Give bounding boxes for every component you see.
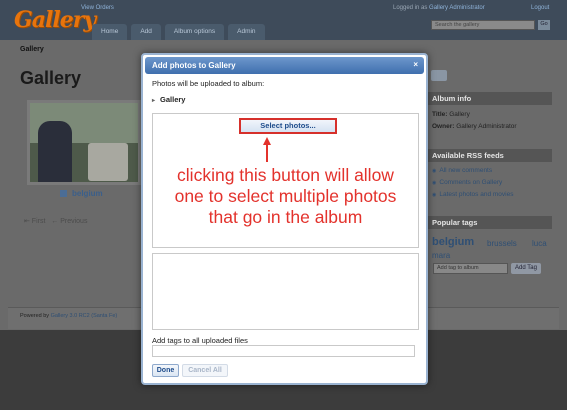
logged-in-prefix: Logged in as — [393, 5, 428, 11]
tag-mara[interactable]: mara — [432, 251, 450, 260]
uploaded-file-list[interactable] — [152, 253, 419, 330]
search-go-button[interactable]: Go — [538, 20, 550, 30]
site-header: Gallery View Orders Home Add Album optio… — [0, 0, 567, 40]
destination-album: Gallery — [152, 95, 185, 104]
annotation-line-1: clicking this button will allow — [177, 165, 394, 185]
add-tag-input[interactable]: Add tag to album — [433, 263, 508, 274]
pager-previous: ← Previous — [51, 218, 88, 225]
nav-tab-add[interactable]: Add — [131, 24, 161, 40]
nav-tab-album-options[interactable]: Album options — [164, 24, 225, 40]
dialog-title-bar[interactable]: Add photos to Gallery × — [145, 57, 424, 74]
footer-prefix: Powered by — [20, 313, 50, 319]
annotation-line-3: that go in the album — [208, 207, 363, 227]
cancel-all-button[interactable]: Cancel All — [182, 364, 228, 377]
annotation-line-2: one to select multiple photos — [174, 186, 397, 206]
rss-link-all-comments[interactable]: All new comments — [432, 167, 492, 174]
page-title: Gallery — [20, 68, 82, 88]
album-info-title: Title: Gallery — [432, 111, 470, 118]
sidebar-view-button[interactable] — [431, 70, 447, 81]
rss-heading: Available RSS feeds — [428, 149, 552, 162]
tags-input[interactable] — [152, 345, 415, 357]
rss-link-gallery-comments[interactable]: Comments on Gallery — [432, 179, 502, 186]
main-nav: Home Add Album options Admin — [92, 24, 265, 40]
footer-credit: Powered by Gallery 3.0 RC2 (Santa Fe) — [20, 313, 117, 319]
add-tag-button[interactable]: Add Tag — [511, 263, 541, 274]
view-orders-link[interactable]: View Orders — [81, 5, 114, 11]
annotation-text: clicking this button will allow one to s… — [153, 165, 418, 228]
breadcrumb: Gallery — [20, 46, 44, 53]
nav-tab-home[interactable]: Home — [92, 24, 128, 40]
footer-product-link[interactable]: Gallery 3.0 RC2 (Santa Fe) — [51, 313, 118, 319]
logged-in-user-link[interactable]: Gallery Administrator — [429, 5, 485, 11]
done-button[interactable]: Done — [152, 364, 179, 377]
add-photos-dialog: Add photos to Gallery × Photos will be u… — [141, 53, 428, 385]
tags-label: Add tags to all uploaded files — [152, 336, 248, 345]
nav-tab-admin[interactable]: Admin — [228, 24, 265, 40]
pager: ⇤ First ← Previous — [24, 217, 87, 225]
search-input[interactable]: Search the gallery — [431, 20, 535, 30]
tag-luca[interactable]: luca — [532, 239, 547, 248]
album-info-owner-label: Owner: — [432, 123, 455, 130]
pager-first: ⇤ First — [24, 218, 46, 225]
select-photos-area: Select photos... clicking this button wi… — [152, 113, 419, 248]
logged-in-status: Logged in as Gallery Administrator — [393, 5, 485, 11]
close-icon[interactable]: × — [413, 60, 418, 69]
logout-link[interactable]: Logout — [531, 5, 549, 11]
tag-brussels[interactable]: brussels — [487, 239, 517, 248]
dialog-title: Add photos to Gallery — [152, 61, 236, 70]
album-info-title-label: Title: — [432, 111, 448, 118]
upload-destination-label: Photos will be uploaded to album: — [152, 79, 265, 88]
rss-link-latest-photos[interactable]: Latest photos and movies — [432, 191, 513, 198]
album-info-owner: Owner: Gallery Administrator — [432, 123, 517, 130]
select-photos-button[interactable]: Select photos... — [239, 118, 337, 134]
album-label-link[interactable]: belgium — [60, 189, 103, 198]
album-info-title-value: Gallery — [449, 111, 470, 118]
popular-tags-heading: Popular tags — [428, 216, 552, 229]
album-thumbnail[interactable] — [27, 100, 141, 185]
tag-belgium[interactable]: belgium — [432, 236, 474, 248]
album-info-heading: Album info — [428, 92, 552, 105]
album-info-owner-value: Gallery Administrator — [456, 123, 517, 130]
